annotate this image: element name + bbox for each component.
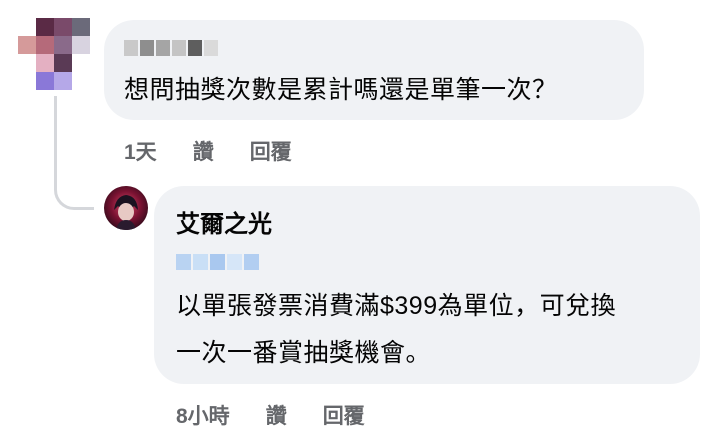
reply-author-name[interactable]: 艾爾之光	[176, 204, 272, 239]
reply-reply-button[interactable]: 回覆	[323, 400, 365, 430]
reply-actions: 8小時 讚 回覆	[176, 400, 365, 430]
commenter-avatar[interactable]	[18, 18, 90, 90]
reply-text-line1: 以單張發票消費滿$399為單位，可兌換	[176, 292, 617, 320]
reply-author-avatar[interactable]	[104, 186, 148, 230]
comment-actions: 1天 讚 回覆	[124, 136, 292, 166]
avatar-figure-icon	[114, 195, 138, 230]
reply-like-button[interactable]: 讚	[266, 400, 287, 430]
mention-tag-redacted[interactable]	[176, 254, 259, 270]
comment-text: 想問抽獎次數是累計嗎還是單筆一次？	[124, 76, 558, 104]
reply-button[interactable]: 回覆	[250, 136, 292, 166]
like-button[interactable]: 讚	[193, 136, 214, 166]
commenter-name-redacted[interactable]	[124, 40, 218, 56]
comment-time[interactable]: 1天	[124, 136, 157, 166]
reply-thread-line	[54, 96, 94, 210]
reply-time[interactable]: 8小時	[176, 400, 230, 430]
reply-text-line2: 一次一番賞抽獎機會。	[176, 339, 432, 367]
